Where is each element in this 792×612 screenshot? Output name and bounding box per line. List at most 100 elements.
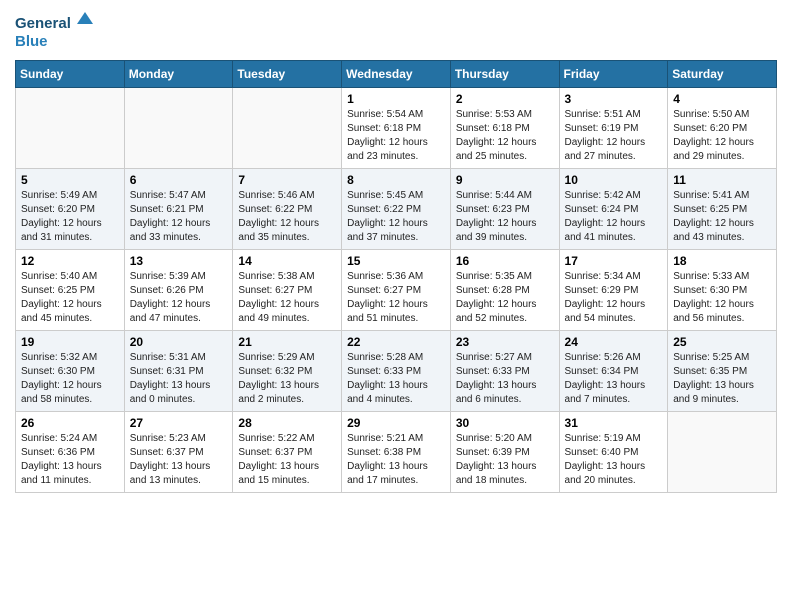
day-number: 16 — [456, 254, 554, 268]
day-detail: Sunrise: 5:28 AM Sunset: 6:33 PM Dayligh… — [347, 351, 445, 407]
calendar-cell: 30 Sunrise: 5:20 AM Sunset: 6:39 PM Dayli… — [450, 412, 559, 493]
day-number: 12 — [21, 254, 119, 268]
day-number: 23 — [456, 335, 554, 349]
calendar-cell: 8 Sunrise: 5:45 AM Sunset: 6:22 PM Daylig… — [342, 169, 451, 250]
weekday-header-sunday: Sunday — [16, 61, 125, 88]
day-number: 13 — [130, 254, 228, 268]
weekday-header-monday: Monday — [124, 61, 233, 88]
calendar-cell: 15 Sunrise: 5:36 AM Sunset: 6:27 PM Dayli… — [342, 250, 451, 331]
day-detail: Sunrise: 5:26 AM Sunset: 6:34 PM Dayligh… — [565, 351, 663, 407]
day-detail: Sunrise: 5:45 AM Sunset: 6:22 PM Dayligh… — [347, 189, 445, 245]
day-detail: Sunrise: 5:40 AM Sunset: 6:25 PM Dayligh… — [21, 270, 119, 326]
day-detail: Sunrise: 5:41 AM Sunset: 6:25 PM Dayligh… — [673, 189, 771, 245]
day-detail: Sunrise: 5:54 AM Sunset: 6:18 PM Dayligh… — [347, 108, 445, 164]
calendar-body: 1 Sunrise: 5:54 AM Sunset: 6:18 PM Daylig… — [16, 88, 777, 493]
day-number: 6 — [130, 173, 228, 187]
calendar-cell: 1 Sunrise: 5:54 AM Sunset: 6:18 PM Daylig… — [342, 88, 451, 169]
page-header: General Blue — [15, 10, 777, 52]
day-number: 2 — [456, 92, 554, 106]
day-detail: Sunrise: 5:46 AM Sunset: 6:22 PM Dayligh… — [238, 189, 336, 245]
calendar-cell: 5 Sunrise: 5:49 AM Sunset: 6:20 PM Daylig… — [16, 169, 125, 250]
calendar-week-5: 26 Sunrise: 5:24 AM Sunset: 6:36 PM Dayli… — [16, 412, 777, 493]
calendar-cell: 24 Sunrise: 5:26 AM Sunset: 6:34 PM Dayli… — [559, 331, 668, 412]
day-detail: Sunrise: 5:22 AM Sunset: 6:37 PM Dayligh… — [238, 432, 336, 488]
calendar-cell: 25 Sunrise: 5:25 AM Sunset: 6:35 PM Dayli… — [668, 331, 777, 412]
day-detail: Sunrise: 5:27 AM Sunset: 6:33 PM Dayligh… — [456, 351, 554, 407]
calendar-cell: 27 Sunrise: 5:23 AM Sunset: 6:37 PM Dayli… — [124, 412, 233, 493]
day-number: 30 — [456, 416, 554, 430]
day-detail: Sunrise: 5:44 AM Sunset: 6:23 PM Dayligh… — [456, 189, 554, 245]
calendar-header: SundayMondayTuesdayWednesdayThursdayFrid… — [16, 61, 777, 88]
calendar-cell: 4Sunrise: 5:50 AM Sunset: 6:20 PM Daylig… — [668, 88, 777, 169]
day-number: 26 — [21, 416, 119, 430]
weekday-header-row: SundayMondayTuesdayWednesdayThursdayFrid… — [16, 61, 777, 88]
day-detail: Sunrise: 5:24 AM Sunset: 6:36 PM Dayligh… — [21, 432, 119, 488]
day-detail: Sunrise: 5:39 AM Sunset: 6:26 PM Dayligh… — [130, 270, 228, 326]
day-number: 18 — [673, 254, 771, 268]
day-number: 24 — [565, 335, 663, 349]
weekday-header-saturday: Saturday — [668, 61, 777, 88]
calendar-cell: 6Sunrise: 5:47 AM Sunset: 6:21 PM Daylig… — [124, 169, 233, 250]
calendar-cell: 21Sunrise: 5:29 AM Sunset: 6:32 PM Dayli… — [233, 331, 342, 412]
day-detail: Sunrise: 5:53 AM Sunset: 6:18 PM Dayligh… — [456, 108, 554, 164]
calendar-cell: 3Sunrise: 5:51 AM Sunset: 6:19 PM Daylig… — [559, 88, 668, 169]
calendar-cell: 2 Sunrise: 5:53 AM Sunset: 6:18 PM Daylig… — [450, 88, 559, 169]
calendar-cell — [233, 88, 342, 169]
calendar-cell: 16 Sunrise: 5:35 AM Sunset: 6:28 PM Dayli… — [450, 250, 559, 331]
weekday-header-thursday: Thursday — [450, 61, 559, 88]
day-detail: Sunrise: 5:36 AM Sunset: 6:27 PM Dayligh… — [347, 270, 445, 326]
day-number: 17 — [565, 254, 663, 268]
day-detail: Sunrise: 5:19 AM Sunset: 6:40 PM Dayligh… — [565, 432, 663, 488]
calendar-cell: 17Sunrise: 5:34 AM Sunset: 6:29 PM Dayli… — [559, 250, 668, 331]
calendar-cell: 23 Sunrise: 5:27 AM Sunset: 6:33 PM Dayli… — [450, 331, 559, 412]
day-detail: Sunrise: 5:23 AM Sunset: 6:37 PM Dayligh… — [130, 432, 228, 488]
logo-svg: General Blue — [15, 10, 95, 52]
day-number: 28 — [238, 416, 336, 430]
day-number: 21 — [238, 335, 336, 349]
day-number: 20 — [130, 335, 228, 349]
day-detail: Sunrise: 5:33 AM Sunset: 6:30 PM Dayligh… — [673, 270, 771, 326]
calendar-cell: 9 Sunrise: 5:44 AM Sunset: 6:23 PM Daylig… — [450, 169, 559, 250]
day-number: 25 — [673, 335, 771, 349]
weekday-header-friday: Friday — [559, 61, 668, 88]
svg-text:Blue: Blue — [15, 33, 48, 50]
day-detail: Sunrise: 5:31 AM Sunset: 6:31 PM Dayligh… — [130, 351, 228, 407]
calendar-cell — [16, 88, 125, 169]
day-detail: Sunrise: 5:32 AM Sunset: 6:30 PM Dayligh… — [21, 351, 119, 407]
day-number: 15 — [347, 254, 445, 268]
calendar-cell: 12 Sunrise: 5:40 AM Sunset: 6:25 PM Dayli… — [16, 250, 125, 331]
day-detail: Sunrise: 5:50 AM Sunset: 6:20 PM Dayligh… — [673, 108, 771, 164]
calendar-cell: 20 Sunrise: 5:31 AM Sunset: 6:31 PM Dayli… — [124, 331, 233, 412]
calendar-cell: 7 Sunrise: 5:46 AM Sunset: 6:22 PM Daylig… — [233, 169, 342, 250]
day-number: 11 — [673, 173, 771, 187]
calendar-cell: 18 Sunrise: 5:33 AM Sunset: 6:30 PM Dayli… — [668, 250, 777, 331]
day-detail: Sunrise: 5:25 AM Sunset: 6:35 PM Dayligh… — [673, 351, 771, 407]
calendar-week-4: 19 Sunrise: 5:32 AM Sunset: 6:30 PM Dayli… — [16, 331, 777, 412]
svg-text:General: General — [15, 15, 71, 32]
calendar-cell: 28 Sunrise: 5:22 AM Sunset: 6:37 PM Dayli… — [233, 412, 342, 493]
calendar-cell: 22 Sunrise: 5:28 AM Sunset: 6:33 PM Dayli… — [342, 331, 451, 412]
day-number: 9 — [456, 173, 554, 187]
day-detail: Sunrise: 5:38 AM Sunset: 6:27 PM Dayligh… — [238, 270, 336, 326]
day-number: 7 — [238, 173, 336, 187]
day-detail: Sunrise: 5:35 AM Sunset: 6:28 PM Dayligh… — [456, 270, 554, 326]
calendar-cell: 29Sunrise: 5:21 AM Sunset: 6:38 PM Dayli… — [342, 412, 451, 493]
day-number: 29 — [347, 416, 445, 430]
day-number: 10 — [565, 173, 663, 187]
calendar-cell: 19 Sunrise: 5:32 AM Sunset: 6:30 PM Dayli… — [16, 331, 125, 412]
weekday-header-wednesday: Wednesday — [342, 61, 451, 88]
day-number: 19 — [21, 335, 119, 349]
day-number: 5 — [21, 173, 119, 187]
day-number: 22 — [347, 335, 445, 349]
calendar-week-3: 12 Sunrise: 5:40 AM Sunset: 6:25 PM Dayli… — [16, 250, 777, 331]
weekday-header-tuesday: Tuesday — [233, 61, 342, 88]
day-number: 1 — [347, 92, 445, 106]
calendar-week-1: 1 Sunrise: 5:54 AM Sunset: 6:18 PM Daylig… — [16, 88, 777, 169]
calendar-cell — [668, 412, 777, 493]
calendar-cell: 11 Sunrise: 5:41 AM Sunset: 6:25 PM Dayli… — [668, 169, 777, 250]
day-detail: Sunrise: 5:49 AM Sunset: 6:20 PM Dayligh… — [21, 189, 119, 245]
day-number: 27 — [130, 416, 228, 430]
day-number: 8 — [347, 173, 445, 187]
day-detail: Sunrise: 5:20 AM Sunset: 6:39 PM Dayligh… — [456, 432, 554, 488]
day-number: 3 — [565, 92, 663, 106]
